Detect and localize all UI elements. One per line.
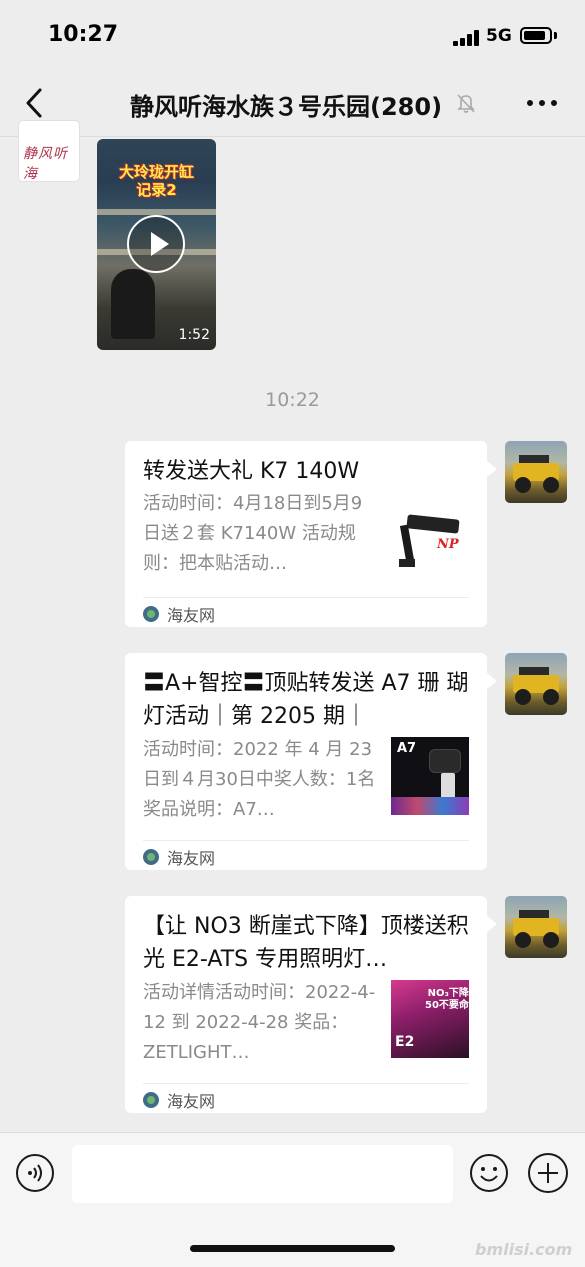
site-logo-icon <box>143 606 159 622</box>
card-description: 活动时间：2022 年 4 月 23日到４月30日中奖人数：1名奖品说明：A7… <box>143 739 376 820</box>
message-input[interactable] <box>72 1145 453 1203</box>
chat-title: 静风听海水族３号乐园(280) <box>130 93 443 121</box>
site-logo-icon <box>143 849 159 865</box>
status-bar: 10:27 5G <box>0 0 585 70</box>
card-divider <box>143 597 469 598</box>
voice-icon[interactable] <box>15 1153 55 1193</box>
bell-off-icon <box>457 94 475 113</box>
card-thumbnail: NO₃下降 50不要命 E2 <box>391 980 469 1058</box>
signal-icon <box>453 30 479 46</box>
card-source-label: 海友网 <box>167 1092 216 1111</box>
card-source: 海友网 <box>143 1088 215 1112</box>
video-message[interactable]: 大玲珑开缸 记录2 1:52 <box>97 139 216 350</box>
watermark: bmlisi.com <box>475 1240 573 1259</box>
status-time: 10:27 <box>48 22 119 47</box>
card-thumbnail: NP <box>391 503 469 581</box>
site-logo-icon <box>143 1092 159 1108</box>
thumb-logo: A7 <box>397 741 417 756</box>
card-title: 转发送大礼 K7 140W <box>143 459 360 484</box>
battery-cap <box>554 32 557 39</box>
card-source-label: 海友网 <box>167 849 216 868</box>
card-title: 〓A+智控〓顶贴转发送 A7 珊 瑚灯活动｜第 2205 期｜ <box>143 671 469 729</box>
group-avatar-text: 静风听海 <box>23 146 68 182</box>
link-card[interactable]: 【让 NO3 断崖式下降】顶楼送积光 E2-ATS 专用照明灯… 活动详情活动时… <box>125 896 497 1113</box>
my-avatar[interactable] <box>505 441 567 503</box>
nav-bar: 静风听海水族３号乐园(280) <box>0 70 585 137</box>
my-avatar[interactable] <box>505 896 567 958</box>
card-source-label: 海友网 <box>167 606 216 625</box>
thumb-logo: E2 <box>395 1034 415 1050</box>
card-description: 活动详情活动时间：2022-4-12 到 2022-4-28 奖品：ZETLIG… <box>143 982 376 1063</box>
battery-icon <box>520 27 552 44</box>
group-avatar[interactable]: 静风听海 <box>18 120 80 182</box>
card-divider <box>143 1083 469 1084</box>
thumb-badge-line: NO₃下降 <box>427 988 469 999</box>
video-duration: 1:52 <box>178 327 210 343</box>
plus-icon[interactable] <box>528 1153 568 1193</box>
card-divider <box>143 840 469 841</box>
card-source: 海友网 <box>143 845 215 869</box>
thumb-badge: NO₃下降 50不要命 <box>425 988 469 1012</box>
thumb-badge-line: 50不要命 <box>425 1000 469 1011</box>
card-title: 【让 NO3 断崖式下降】顶楼送积光 E2-ATS 专用照明灯… <box>143 914 469 972</box>
thumb-logo: NP <box>437 537 459 552</box>
video-caption: 记录2 <box>136 181 177 199</box>
link-card[interactable]: 〓A+智控〓顶贴转发送 A7 珊 瑚灯活动｜第 2205 期｜ 活动时间：202… <box>125 653 497 870</box>
my-avatar[interactable] <box>505 653 567 715</box>
play-icon[interactable] <box>127 215 185 273</box>
home-indicator[interactable] <box>190 1245 395 1252</box>
card-description: 活动时间：4月18日到5月9日送２套 K7140W 活动规则：把本贴活动… <box>143 493 363 574</box>
more-dots-icon[interactable] <box>524 92 560 114</box>
emoji-icon[interactable] <box>469 1153 509 1193</box>
link-card[interactable]: 转发送大礼 K7 140W 活动时间：4月18日到5月9日送２套 K7140W … <box>125 441 497 627</box>
network-type: 5G <box>486 26 512 46</box>
card-thumbnail: A7 <box>391 737 469 815</box>
message-timestamp: 10:22 <box>265 389 320 411</box>
chevron-left-icon[interactable] <box>18 84 50 122</box>
card-source: 海友网 <box>143 602 215 626</box>
video-person <box>111 269 155 339</box>
